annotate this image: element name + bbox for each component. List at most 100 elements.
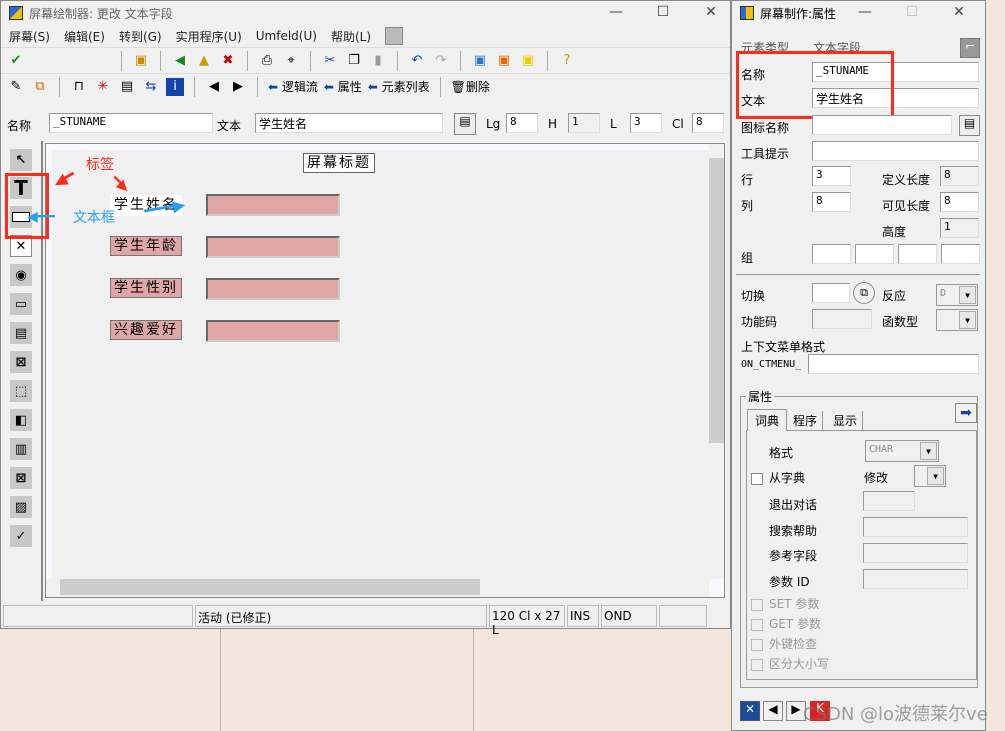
table-control-tool[interactable]: ▥ — [10, 438, 32, 460]
label-student-gender[interactable]: 学生性别 — [110, 278, 182, 298]
pointer-tool[interactable]: ↖ — [10, 149, 32, 171]
case-checkbox[interactable]: 区分大小写 — [751, 655, 829, 672]
new-icon[interactable]: ✳ — [94, 78, 112, 96]
layout-icon[interactable] — [385, 27, 404, 45]
checkbox[interactable] — [751, 638, 763, 651]
box-tool[interactable]: ⬚ — [10, 380, 32, 402]
menu-utilities[interactable]: 实用程序(U) — [176, 28, 242, 45]
custom-control-tool[interactable]: ▨ — [10, 496, 32, 518]
list-icon[interactable]: ▤ — [959, 115, 980, 136]
cut-icon[interactable]: ✂ — [321, 52, 339, 70]
close-button[interactable]: ✕ — [696, 4, 726, 20]
layout-element-icon[interactable]: ▤ — [118, 78, 136, 96]
field-hobbies[interactable] — [206, 320, 340, 342]
label-hobbies[interactable]: 兴趣爱好 — [110, 320, 182, 340]
save-icon[interactable]: ▣ — [132, 52, 150, 70]
tabstrip-tool[interactable]: ▤ — [10, 322, 32, 344]
checkbox[interactable] — [751, 658, 763, 671]
from-dict-checkbox[interactable]: 从字典 — [751, 469, 805, 486]
window3-icon[interactable]: ▣ — [519, 52, 537, 70]
copy-icon[interactable]: ❐ — [345, 52, 363, 70]
maximize-button[interactable]: ☐ — [648, 4, 678, 20]
modify-dropdown[interactable]: ▼ — [914, 465, 946, 487]
ctx-menu-input[interactable] — [808, 354, 979, 374]
row-input[interactable]: 3 — [812, 166, 851, 186]
minimize-button[interactable]: — — [850, 4, 880, 20]
switch-button-icon[interactable]: ⧉ — [853, 282, 875, 304]
exit-icon[interactable]: ▲ — [195, 52, 213, 70]
window1-icon[interactable]: ▣ — [471, 52, 489, 70]
group-input-2[interactable] — [855, 244, 894, 264]
prev-icon[interactable]: ◀ — [763, 701, 783, 721]
label-student-age[interactable]: 学生年龄 — [110, 236, 182, 256]
get-param-checkbox[interactable]: GET 参数 — [751, 615, 821, 632]
pushbutton-tool[interactable]: ▭ — [10, 293, 32, 315]
fk-check-checkbox[interactable]: 外键检查 — [751, 635, 817, 652]
element-list-button[interactable]: ⬅ 元素列表 — [368, 78, 430, 95]
checkbox[interactable] — [751, 618, 763, 631]
cl-input[interactable]: 8 — [692, 113, 724, 133]
menu-screen[interactable]: 屏幕(S) — [9, 28, 50, 45]
ftype-dropdown[interactable]: ▼ — [936, 309, 978, 331]
help-icon[interactable]: ? — [558, 52, 576, 70]
print-icon[interactable]: ⎙ — [258, 52, 276, 70]
tab-program[interactable]: 程序 — [788, 411, 824, 430]
maximize-button[interactable]: ☐ — [897, 4, 927, 20]
element-type-button[interactable]: ⌐ — [960, 38, 980, 58]
group-input-4[interactable] — [941, 244, 980, 264]
lg-input[interactable]: 8 — [506, 113, 538, 133]
group-input-1[interactable] — [812, 244, 851, 264]
attributes-button[interactable]: ⬅ 属性 — [324, 78, 362, 95]
checkbox[interactable] — [751, 472, 763, 485]
set-param-checkbox[interactable]: SET 参数 — [751, 595, 819, 612]
back-icon[interactable]: ◀ — [171, 52, 189, 70]
screen-title-label[interactable]: 屏幕标题 — [303, 153, 375, 173]
name-input[interactable]: _STUNAME — [49, 113, 213, 133]
move-icon[interactable]: ⇆ — [142, 78, 160, 96]
menu-umfeld[interactable]: Umfeld(U) — [256, 29, 317, 43]
window2-icon[interactable]: ▣ — [495, 52, 513, 70]
vertical-scrollbar[interactable] — [709, 144, 724, 579]
pencil-icon[interactable]: ✎ — [7, 78, 25, 96]
lock-icon[interactable]: ⊓ — [70, 78, 88, 96]
group-input-3[interactable] — [898, 244, 937, 264]
field-student-name[interactable] — [206, 194, 340, 216]
status-icon-tool[interactable]: ✓ — [10, 525, 32, 547]
icon-name-input[interactable] — [812, 115, 952, 135]
checkbox[interactable] — [751, 598, 763, 611]
minimize-button[interactable]: — — [601, 4, 631, 20]
copy-element-icon[interactable]: ⧉ — [31, 78, 49, 96]
find-icon[interactable]: ⌖ — [282, 52, 300, 70]
vis-length-input[interactable]: 8 — [940, 192, 979, 212]
field-student-gender[interactable] — [206, 278, 340, 300]
logic-flow-button[interactable]: ⬅ 逻辑流 — [268, 78, 318, 95]
subscreen-tool[interactable]: ◧ — [10, 409, 32, 431]
scroll-thumb[interactable] — [709, 158, 724, 443]
delete-button[interactable]: 🗑删除 — [451, 78, 490, 95]
table-wizard-tool[interactable]: ⊠ — [10, 467, 32, 489]
field-student-age[interactable] — [206, 236, 340, 258]
next-icon[interactable]: ▶ — [229, 78, 247, 96]
tabstrip-wizard-tool[interactable]: ⊠ — [10, 351, 32, 373]
text-input[interactable]: 学生姓名 — [255, 113, 443, 133]
col-input[interactable]: 8 — [812, 192, 851, 212]
horizontal-scrollbar[interactable] — [46, 579, 709, 597]
check-icon[interactable]: ✔ — [7, 52, 25, 70]
scroll-thumb[interactable] — [60, 579, 480, 595]
tab-display[interactable]: 显示 — [828, 411, 864, 430]
close-x-icon[interactable]: ✕ — [740, 701, 760, 721]
prev-icon[interactable]: ◀ — [205, 78, 223, 96]
format-dropdown[interactable]: CHAR ▼ — [865, 440, 939, 462]
paste-icon[interactable]: ▮ — [369, 52, 387, 70]
menu-goto[interactable]: 转到(G) — [119, 28, 162, 45]
menu-help[interactable]: 帮助(L) — [331, 28, 371, 45]
list-icon[interactable]: ▤ — [454, 113, 476, 135]
arrow-right-icon[interactable]: ➡ — [955, 403, 977, 423]
redo-icon[interactable]: ↷ — [432, 52, 450, 70]
undo-icon[interactable]: ↶ — [408, 52, 426, 70]
info-icon[interactable]: i — [166, 77, 184, 96]
cancel-icon[interactable]: ✖ — [219, 52, 237, 70]
radio-tool[interactable]: ◉ — [10, 264, 32, 286]
tab-dictionary[interactable]: 词典 — [747, 409, 788, 431]
switch-input[interactable] — [812, 283, 850, 303]
